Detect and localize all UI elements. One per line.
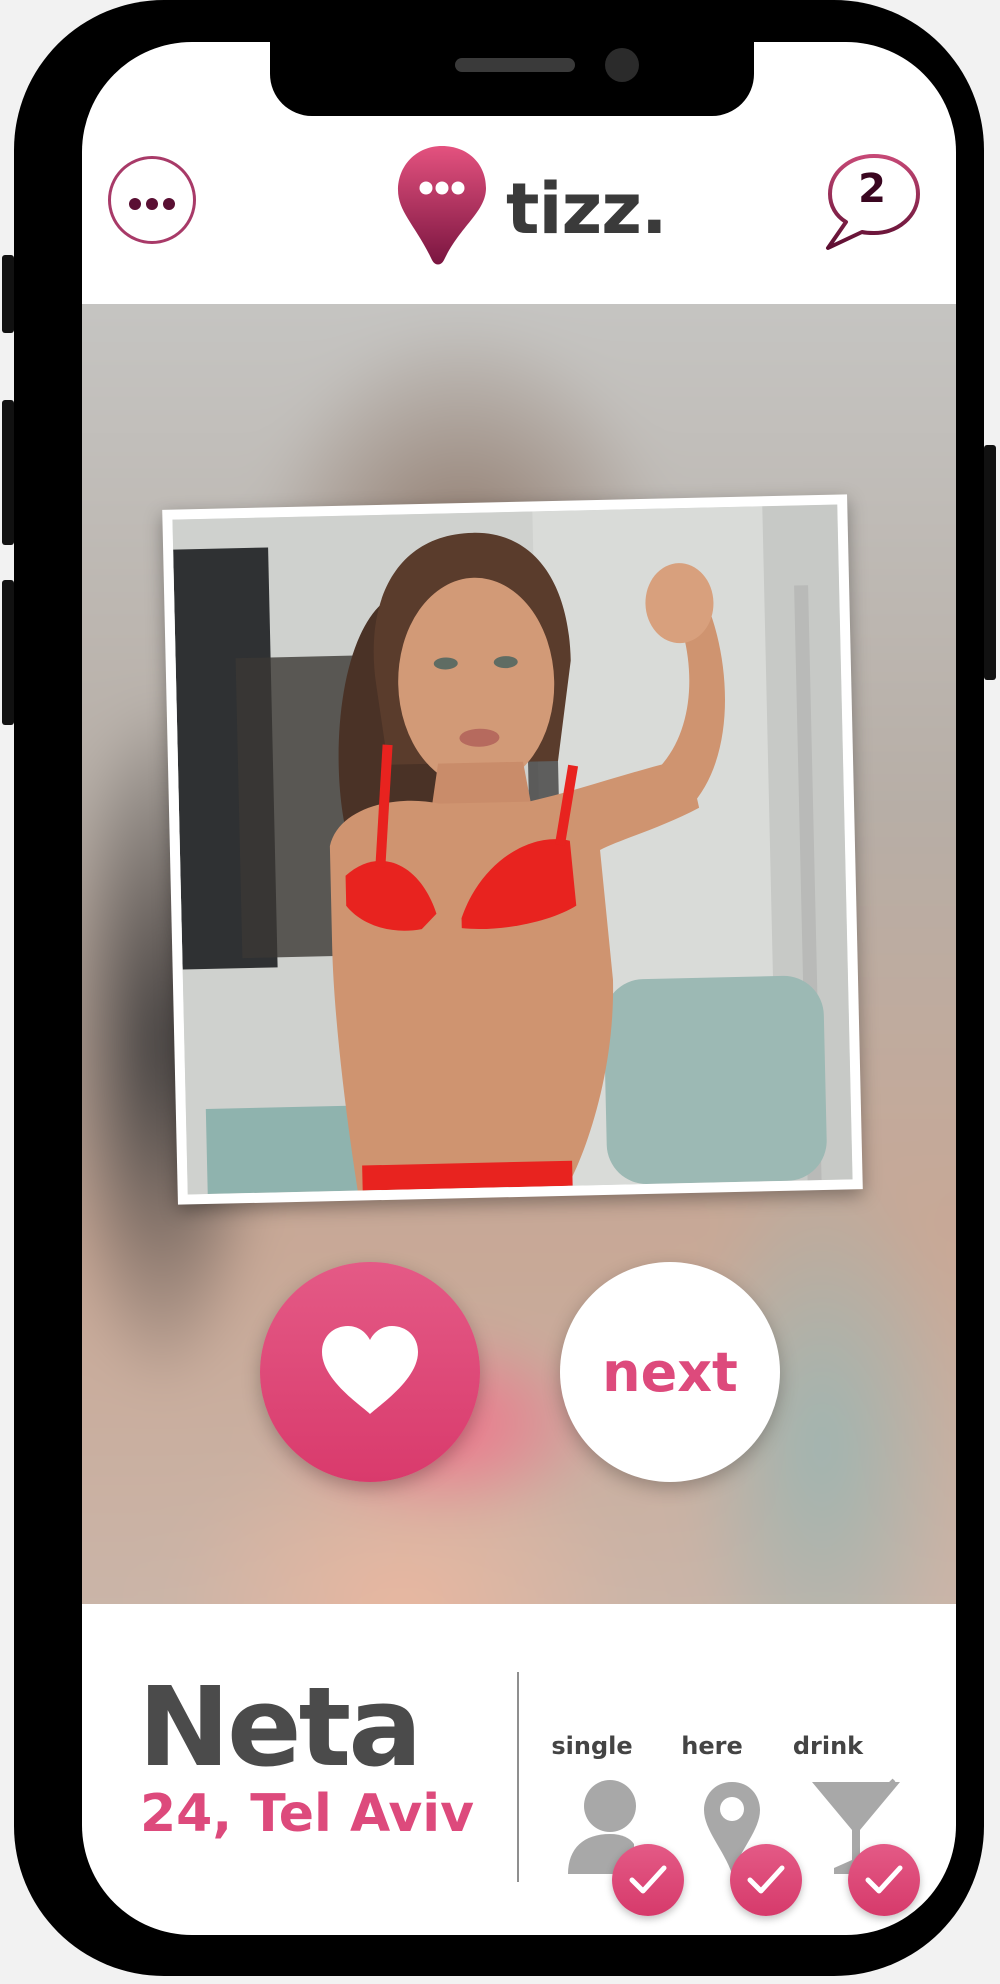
chat-count-badge: 2 — [858, 166, 886, 212]
camera — [605, 48, 639, 82]
more-horizontal-icon — [128, 183, 176, 217]
profile-name: Neta — [138, 1663, 422, 1791]
speaker — [455, 58, 575, 72]
checkmark-icon — [629, 1865, 667, 1894]
profile-photo — [172, 504, 853, 1195]
notch — [270, 42, 754, 116]
app-logo: tizz. — [394, 142, 674, 272]
profile-photo-card[interactable] — [162, 494, 863, 1205]
logo-pin-icon — [398, 146, 486, 265]
side-button — [2, 580, 14, 725]
status-label-drink: drink — [792, 1732, 864, 1760]
logo-text: tizz. — [506, 168, 668, 250]
side-button — [984, 445, 996, 680]
side-button — [2, 255, 14, 333]
screen: tizz. 2 next Neta 24, Tel Aviv single he… — [82, 42, 956, 1935]
divider — [517, 1672, 519, 1882]
checkmark-icon — [865, 1865, 903, 1894]
chat-button[interactable]: 2 — [824, 152, 924, 252]
status-check-here — [730, 1844, 802, 1916]
profile-details: 24, Tel Aviv — [140, 1784, 474, 1844]
status-label-single: single — [551, 1732, 633, 1760]
heart-icon — [318, 1324, 422, 1421]
status-check-single — [612, 1844, 684, 1916]
status-label-here: here — [681, 1732, 743, 1760]
next-button[interactable]: next — [560, 1262, 780, 1482]
like-button[interactable] — [260, 1262, 480, 1482]
profile-photo-image — [172, 504, 853, 1195]
status-check-drink — [848, 1844, 920, 1916]
next-button-label: next — [602, 1340, 738, 1404]
checkmark-icon — [747, 1865, 785, 1894]
phone-frame: tizz. 2 next Neta 24, Tel Aviv single he… — [2, 0, 996, 1976]
side-button — [2, 400, 14, 545]
menu-button[interactable] — [108, 156, 196, 244]
